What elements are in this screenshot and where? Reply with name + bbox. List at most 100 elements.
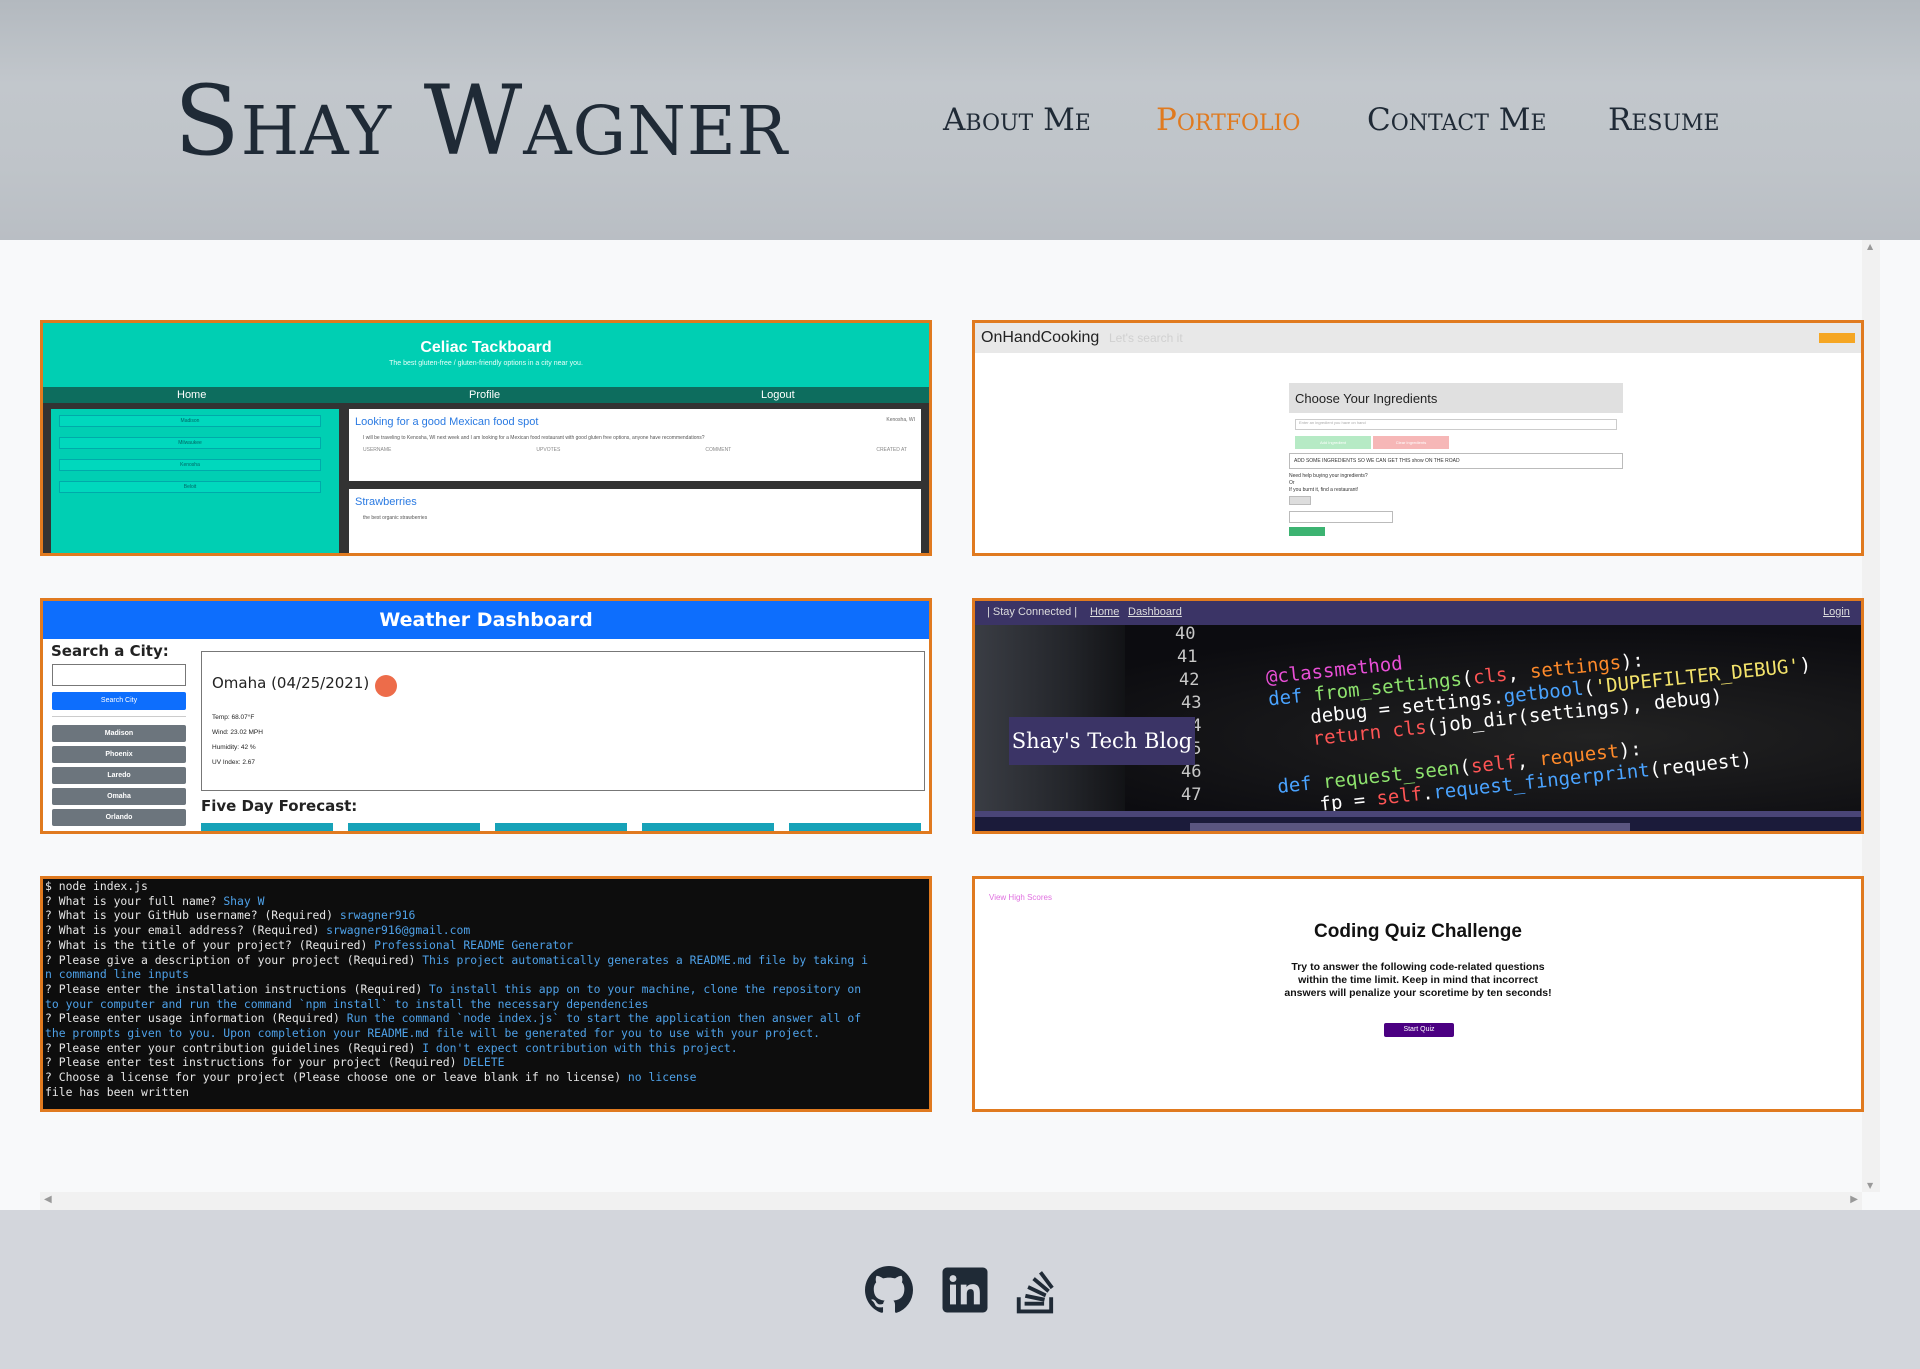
blog-strip	[975, 811, 1861, 817]
celiac-city: Madison	[59, 415, 321, 427]
project-card-onhandcooking[interactable]: OnHandCooking Let's search it Choose You…	[972, 320, 1864, 556]
nav-about-me[interactable]: About Me	[943, 100, 1091, 140]
weather-uv: UV Index: 2.67	[212, 759, 255, 766]
weather-search-button: Search City	[52, 692, 186, 710]
post-meta-label: USERNAME	[363, 447, 392, 453]
weather-divider	[52, 716, 186, 717]
quiz-description: Try to answer the following code-related…	[1284, 961, 1552, 999]
stackoverflow-icon[interactable]	[1012, 1266, 1060, 1314]
project-card-tech-blog[interactable]: | Stay Connected | Home Dashboard Login …	[972, 598, 1864, 834]
site-header: Shay Wagner About Me Portfolio Contact M…	[0, 0, 1920, 240]
svg-text:46: 46	[1181, 762, 1201, 782]
celiac-nav-home: Home	[177, 389, 207, 401]
cooking-buttons: Add Ingredient Clear Ingredients	[1295, 436, 1617, 449]
blog-nav-dashboard: Dashboard	[1128, 606, 1182, 618]
cooking-panel-title: Choose Your Ingredients	[1289, 383, 1623, 413]
nav-contact-me[interactable]: Contact Me	[1367, 100, 1547, 140]
project-card-celiac-tackboard[interactable]: Celiac Tackboard The best gluten-free / …	[40, 320, 932, 556]
celiac-city: Milwaukee	[59, 437, 321, 449]
quiz-high-scores-link: View High Scores	[989, 893, 1052, 902]
weather-search-input	[52, 664, 186, 686]
cooking-help-line: If you burnt it, find a restaurant!	[1289, 487, 1359, 493]
nav-resume[interactable]: Resume	[1608, 100, 1720, 140]
weather-history-item: Laredo	[52, 767, 186, 784]
weather-header: Weather Dashboard	[43, 601, 929, 639]
post-body: the best organic strawberries	[363, 515, 428, 521]
post-meta-label: CREATED AT	[876, 447, 907, 453]
svg-text:40: 40	[1175, 625, 1195, 644]
terminal-command: $ node index.js	[45, 879, 148, 893]
linkedin-icon[interactable]	[941, 1266, 989, 1314]
site-brand[interactable]: Shay Wagner	[174, 66, 788, 176]
project-card-readme-generator[interactable]: $ node index.js ? What is your full name…	[40, 876, 932, 1112]
vertical-scrollbar[interactable]: ▲ ▼	[1862, 240, 1880, 1192]
weather-city-date: Omaha (04/25/2021)	[212, 674, 370, 692]
weather-wind: Wind: 23.02 MPH	[212, 729, 263, 736]
weather-forecast-label: Five Day Forecast:	[201, 797, 358, 815]
celiac-sidebar: Madison Milwaukee Kenosha Beloit	[51, 409, 339, 553]
svg-text:47: 47	[1181, 785, 1201, 805]
post-meta-label: COMMENT	[705, 447, 732, 453]
celiac-city: Beloit	[59, 481, 321, 493]
celiac-nav: Home Profile Logout	[43, 387, 929, 403]
quiz-start-button: Start Quiz	[1384, 1023, 1454, 1037]
weather-title: Weather Dashboard	[379, 609, 593, 631]
blog-nav-home: Home	[1090, 606, 1120, 618]
post-title: Looking for a good Mexican food spot	[355, 416, 539, 428]
weather-current: Omaha (04/25/2021) Temp: 68.07°F Wind: 2…	[201, 651, 925, 791]
post-location: Kenosha, WI	[886, 417, 915, 423]
cooking-add-button: Add Ingredient	[1295, 436, 1371, 449]
nav-portfolio[interactable]: Portfolio	[1156, 100, 1300, 140]
project-card-coding-quiz[interactable]: View High Scores Coding Quiz Challenge T…	[972, 876, 1864, 1112]
celiac-city: Kenosha	[59, 459, 321, 471]
cooking-search-hint: Let's search it	[1109, 331, 1183, 345]
cooking-ingredient-input: Enter an ingredient you have on hand	[1295, 419, 1617, 430]
svg-text:43: 43	[1181, 693, 1201, 713]
post-title: Strawberries	[355, 496, 417, 508]
celiac-body: Madison Milwaukee Kenosha Beloit Looking…	[43, 403, 929, 553]
blog-nav-login: Login	[1823, 606, 1850, 618]
cooking-nav-button	[1819, 333, 1855, 343]
weather-temp: Temp: 68.07°F	[212, 714, 255, 721]
celiac-header: Celiac Tackboard The best gluten-free / …	[43, 323, 929, 387]
post-meta-label: UPVOTES	[536, 447, 561, 453]
cooking-title: OnHandCooking	[981, 329, 1100, 346]
celiac-post: Strawberries the best organic strawberri…	[349, 489, 921, 553]
blog-navbar: | Stay Connected | Home Dashboard Login	[975, 601, 1861, 625]
horizontal-scrollbar[interactable]: ◀ ▶	[40, 1192, 1862, 1210]
weather-search-label: Search a City:	[51, 642, 169, 660]
weather-sun-icon	[375, 675, 397, 697]
weather-humidity: Humidity: 42 %	[212, 744, 256, 751]
terminal-output: $ node index.js ? What is your full name…	[45, 879, 868, 1099]
blog-title: Shay's Tech Blog	[1009, 717, 1195, 765]
celiac-post: Looking for a good Mexican food spot Ken…	[349, 409, 921, 481]
weather-history-item: Phoenix	[52, 746, 186, 763]
github-icon[interactable]	[865, 1266, 913, 1314]
blog-card-top	[1190, 823, 1630, 831]
cooking-ingredient-list: ADD SOME INGREDIENTS SO WE CAN GET THIS …	[1289, 453, 1623, 469]
project-card-weather-dashboard[interactable]: Weather Dashboard Search a City: Search …	[40, 598, 932, 834]
blog-hero-image: 404142 434445 4647 @classmethod def from…	[975, 625, 1861, 811]
forecast-card	[348, 823, 480, 831]
weather-history-item: Omaha	[52, 788, 186, 805]
post-meta: USERNAME UPVOTES COMMENT CREATED AT	[349, 441, 921, 459]
forecast-card	[495, 823, 627, 831]
site-footer	[0, 1210, 1920, 1369]
cooking-navbar: OnHandCooking Let's search it	[975, 323, 1861, 353]
blog-brand: | Stay Connected |	[987, 606, 1078, 618]
cooking-toggle	[1289, 496, 1311, 505]
celiac-subtitle: The best gluten-free / gluten-friendly o…	[389, 360, 583, 367]
cooking-clear-button: Clear Ingredients	[1373, 436, 1449, 449]
svg-text:41: 41	[1177, 647, 1197, 667]
cooking-go-button	[1289, 527, 1325, 536]
cooking-zip-input	[1289, 511, 1393, 523]
quiz-title: Coding Quiz Challenge	[1314, 921, 1522, 942]
forecast-card	[789, 823, 921, 831]
celiac-nav-profile: Profile	[469, 389, 501, 401]
cooking-help-line: Need help buying your ingredients?	[1289, 473, 1368, 479]
forecast-card	[642, 823, 774, 831]
celiac-title: Celiac Tackboard	[420, 339, 552, 356]
weather-history-item: Madison	[52, 725, 186, 742]
svg-text:42: 42	[1179, 670, 1199, 690]
celiac-nav-logout: Logout	[761, 389, 795, 401]
